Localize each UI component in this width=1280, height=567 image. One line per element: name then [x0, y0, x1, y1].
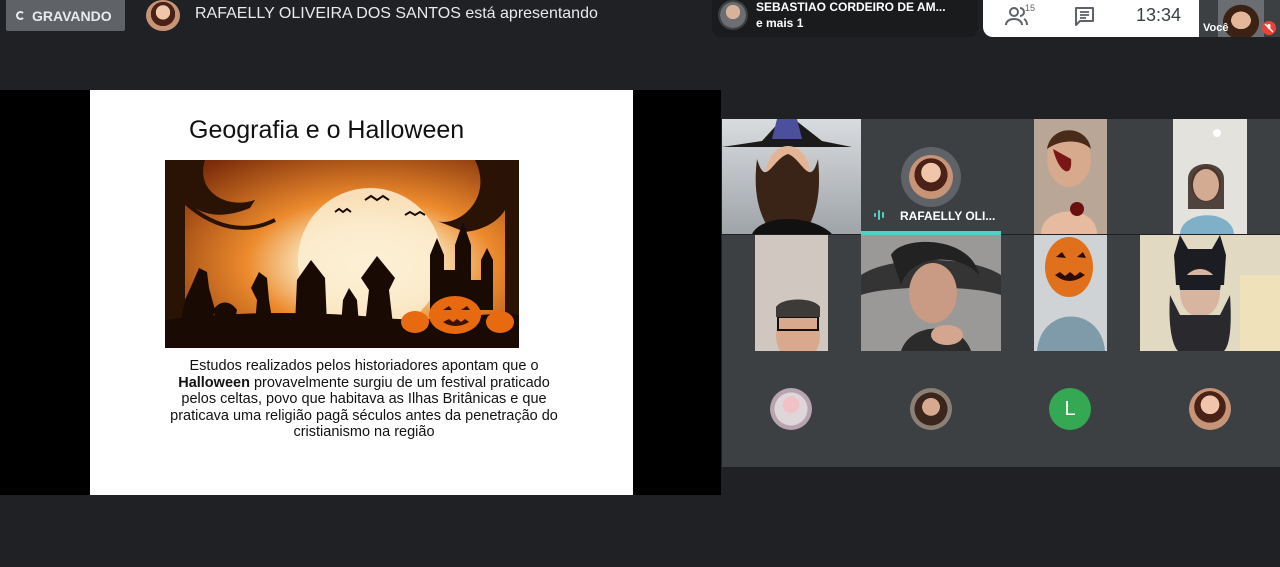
pinned-avatar	[718, 0, 748, 30]
speaking-icon	[874, 210, 884, 220]
participant-avatar[interactable]	[770, 388, 812, 430]
participant-tile[interactable]	[722, 235, 861, 351]
participant-tile[interactable]	[1140, 235, 1280, 351]
mic-off-icon	[1262, 21, 1276, 35]
chat-icon[interactable]	[1074, 6, 1095, 26]
speaker-avatar-photo	[909, 155, 953, 199]
participant-video	[1034, 235, 1107, 351]
spinner-icon	[16, 11, 25, 20]
slide-text-bold: Halloween	[178, 374, 250, 391]
speaker-name: RAFAELLY OLI...	[900, 209, 996, 223]
participant-tile[interactable]	[1140, 119, 1280, 234]
participant-video	[722, 119, 852, 234]
participant-tile[interactable]	[861, 235, 1001, 351]
participant-avatar[interactable]	[910, 388, 952, 430]
pinned-more: e mais 1	[756, 16, 804, 30]
participant-video	[1034, 119, 1107, 234]
speaker-avatar	[901, 147, 961, 207]
participant-tile[interactable]	[722, 119, 861, 234]
participant-video	[755, 235, 828, 351]
participant-avatar-letter[interactable]: L	[1049, 388, 1091, 430]
meeting-clock: 13:34	[1136, 5, 1182, 25]
recording-badge[interactable]: GRAVANDO	[6, 0, 125, 31]
presenter-avatar	[146, 0, 180, 31]
people-count: 15	[1025, 3, 1036, 13]
participant-tile[interactable]	[1001, 119, 1140, 234]
slide-body-text: Estudos realizados pelos historiadores a…	[168, 358, 560, 441]
participant-video	[1169, 235, 1280, 351]
self-label: Você	[1203, 22, 1229, 34]
presenting-status: RAFAELLY OLIVEIRA DOS SANTOS está aprese…	[195, 5, 598, 22]
participant-video	[1173, 119, 1247, 234]
halloween-illustration	[165, 160, 519, 348]
recording-label: GRAVANDO	[32, 7, 112, 24]
participant-tile[interactable]	[1001, 235, 1140, 351]
pinned-name: SEBASTIAO CORDEIRO DE AM...	[756, 0, 946, 14]
participant-video	[861, 241, 1001, 351]
slide-title: Geografia e o Halloween	[189, 116, 465, 144]
slide-text-part: Estudos realizados pelos historiadores a…	[189, 358, 539, 374]
participant-avatar[interactable]	[1189, 388, 1231, 430]
